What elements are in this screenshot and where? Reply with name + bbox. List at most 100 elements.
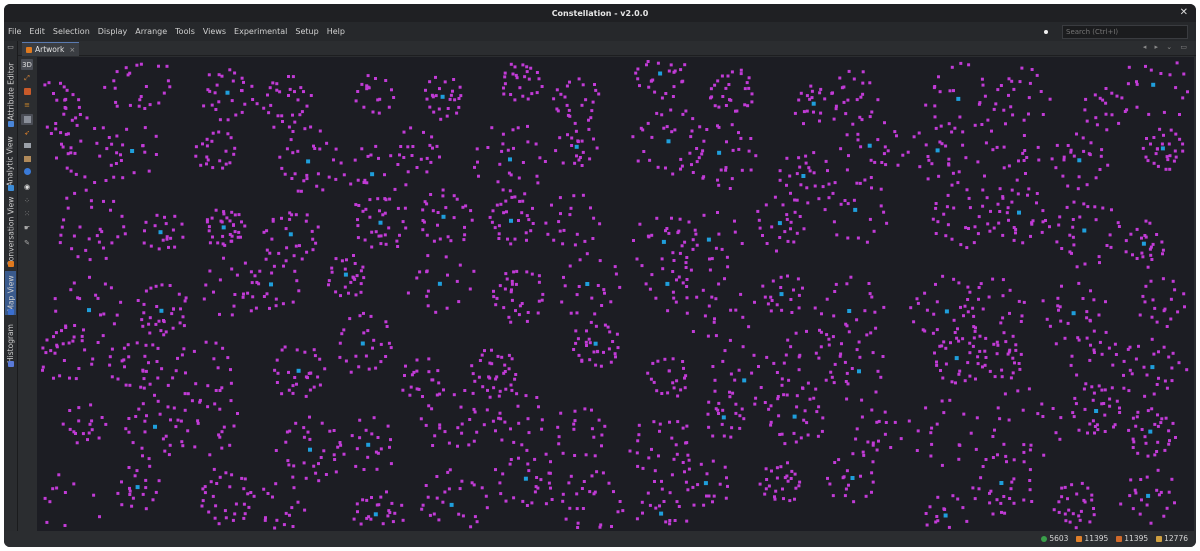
graph-node[interactable] <box>141 324 145 328</box>
graph-node[interactable] <box>218 278 222 282</box>
graph-node[interactable] <box>1045 317 1049 321</box>
graph-node[interactable] <box>668 491 672 495</box>
graph-node[interactable] <box>127 466 131 469</box>
graph-node[interactable] <box>211 166 215 170</box>
graph-node[interactable] <box>1007 418 1011 422</box>
graph-node[interactable] <box>505 210 508 214</box>
graph-node[interactable] <box>513 237 517 241</box>
graph-node[interactable] <box>230 234 234 238</box>
graph-node[interactable] <box>728 390 731 394</box>
graph-node[interactable] <box>141 492 145 496</box>
graph-node[interactable] <box>1011 371 1015 375</box>
graph-node[interactable] <box>830 375 834 379</box>
graph-node[interactable] <box>69 169 73 173</box>
graph-node[interactable] <box>429 193 433 196</box>
graph-node[interactable] <box>685 519 689 523</box>
graph-node[interactable] <box>473 379 477 383</box>
graph-node[interactable] <box>572 348 576 351</box>
graph-node[interactable] <box>291 391 295 395</box>
graph-node[interactable] <box>421 219 425 222</box>
graph-node[interactable] <box>687 220 691 224</box>
graph-node[interactable] <box>116 377 120 381</box>
graph-hub-node[interactable] <box>857 369 861 374</box>
graph-node[interactable] <box>707 425 711 429</box>
graph-node[interactable] <box>288 513 291 517</box>
graph-node[interactable] <box>461 514 465 518</box>
graph-node[interactable] <box>690 163 693 167</box>
graph-node[interactable] <box>342 328 346 332</box>
graph-node[interactable] <box>808 169 812 173</box>
graph-node[interactable] <box>103 282 107 286</box>
graph-node[interactable] <box>57 473 61 477</box>
graph-node[interactable] <box>377 156 380 160</box>
graph-node[interactable] <box>110 142 114 146</box>
graph-node[interactable] <box>674 300 678 304</box>
graph-node[interactable] <box>199 163 203 167</box>
graph-node[interactable] <box>701 288 705 292</box>
graph-node[interactable] <box>660 487 664 491</box>
graph-node[interactable] <box>615 332 619 336</box>
graph-node[interactable] <box>426 289 430 293</box>
graph-node[interactable] <box>134 415 138 418</box>
graph-node[interactable] <box>1057 510 1061 514</box>
graph-node[interactable] <box>1093 431 1096 435</box>
graph-node[interactable] <box>425 269 429 273</box>
graph-node[interactable] <box>530 272 534 276</box>
graph-node[interactable] <box>230 267 234 271</box>
graph-node[interactable] <box>921 328 925 332</box>
graph-node[interactable] <box>1025 156 1029 159</box>
graph-node[interactable] <box>458 263 462 267</box>
graph-node[interactable] <box>233 71 237 75</box>
graph-node[interactable] <box>368 198 372 202</box>
graph-node[interactable] <box>305 250 309 254</box>
graph-node[interactable] <box>300 110 304 114</box>
graph-node[interactable] <box>291 475 295 479</box>
graph-node[interactable] <box>779 275 783 279</box>
graph-node[interactable] <box>962 314 965 318</box>
graph-node[interactable] <box>446 470 450 474</box>
graph-node[interactable] <box>304 476 308 480</box>
graph-node[interactable] <box>366 74 370 78</box>
graph-node[interactable] <box>1114 353 1118 356</box>
graph-node[interactable] <box>232 424 236 428</box>
graph-node[interactable] <box>257 282 261 286</box>
graph-node[interactable] <box>634 71 638 75</box>
graph-node[interactable] <box>217 433 221 437</box>
graph-node[interactable] <box>793 497 796 501</box>
graph-node[interactable] <box>769 404 773 408</box>
graph-node[interactable] <box>1035 73 1039 77</box>
graph-node[interactable] <box>126 73 130 77</box>
graph-hub-node[interactable] <box>944 309 949 314</box>
graph-node[interactable] <box>1009 105 1013 109</box>
graph-node[interactable] <box>957 372 961 376</box>
graph-node[interactable] <box>438 237 442 241</box>
graph-node[interactable] <box>846 382 850 386</box>
graph-node[interactable] <box>981 307 985 311</box>
graph-node[interactable] <box>876 98 880 102</box>
graph-node[interactable] <box>74 116 78 120</box>
graph-node[interactable] <box>1101 206 1105 210</box>
graph-node[interactable] <box>673 128 677 132</box>
graph-node[interactable] <box>410 154 414 157</box>
graph-node[interactable] <box>1120 96 1124 100</box>
graph-node[interactable] <box>1137 344 1140 348</box>
graph-node[interactable] <box>1072 415 1076 419</box>
graph-node[interactable] <box>415 166 419 169</box>
graph-node[interactable] <box>223 509 227 513</box>
graph-node[interactable] <box>699 462 703 466</box>
graph-node[interactable] <box>219 219 223 223</box>
graph-hub-node[interactable] <box>1150 365 1155 370</box>
graph-node[interactable] <box>334 177 338 181</box>
graph-node[interactable] <box>1096 428 1100 432</box>
graph-node[interactable] <box>870 471 874 475</box>
graph-node[interactable] <box>1019 320 1023 323</box>
graph-node[interactable] <box>493 226 497 230</box>
graph-node[interactable] <box>361 209 365 213</box>
graph-node[interactable] <box>689 268 693 272</box>
graph-node[interactable] <box>65 196 69 200</box>
graph-node[interactable] <box>510 357 514 361</box>
graph-node[interactable] <box>685 285 689 288</box>
graph-node[interactable] <box>164 330 168 334</box>
graph-node[interactable] <box>207 229 211 233</box>
graph-node[interactable] <box>81 432 85 436</box>
